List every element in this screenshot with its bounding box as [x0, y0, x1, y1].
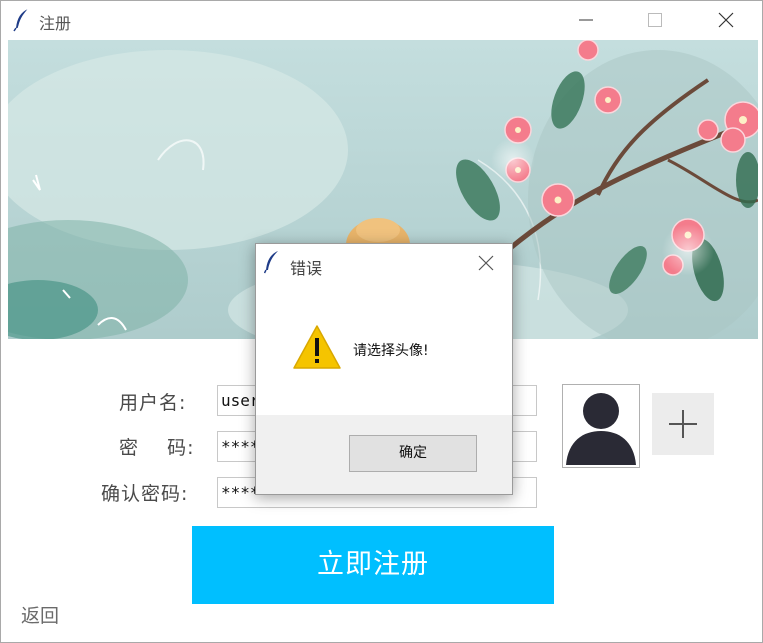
dialog-message: 请选择头像!: [353, 343, 429, 359]
plus-icon: [669, 410, 697, 438]
password-label: 密 码:: [119, 437, 195, 459]
dialog-footer: 确定: [256, 415, 512, 494]
register-window: 注册 用户名: user 密 码: ***** 确认密码: ***** 立即注册…: [0, 0, 763, 643]
warning-icon: [293, 325, 341, 369]
back-link[interactable]: 返回: [21, 601, 59, 628]
confirm-password-label: 确认密码:: [101, 483, 189, 505]
username-value: user: [221, 391, 260, 410]
close-button[interactable]: [703, 1, 749, 39]
maximize-icon: [648, 13, 662, 27]
maximize-button[interactable]: [632, 1, 678, 39]
close-icon: [718, 12, 734, 28]
dialog-title: 错误: [290, 259, 323, 278]
ok-button[interactable]: 确定: [349, 435, 477, 472]
title-bar[interactable]: 注册: [1, 1, 762, 39]
register-button[interactable]: 立即注册: [192, 526, 554, 604]
feather-icon: [13, 8, 29, 32]
dialog-close-button[interactable]: [468, 248, 506, 278]
avatar-preview: [562, 384, 640, 468]
add-avatar-button[interactable]: [652, 393, 714, 455]
window-title: 注册: [39, 14, 72, 33]
error-dialog: 错误 请选择头像! 确定: [255, 243, 513, 495]
feather-icon: [264, 251, 278, 274]
username-label: 用户名:: [119, 392, 187, 414]
user-silhouette-icon: [566, 393, 636, 465]
minimize-icon: [579, 19, 593, 21]
minimize-button[interactable]: [563, 1, 609, 39]
close-icon: [478, 255, 494, 271]
